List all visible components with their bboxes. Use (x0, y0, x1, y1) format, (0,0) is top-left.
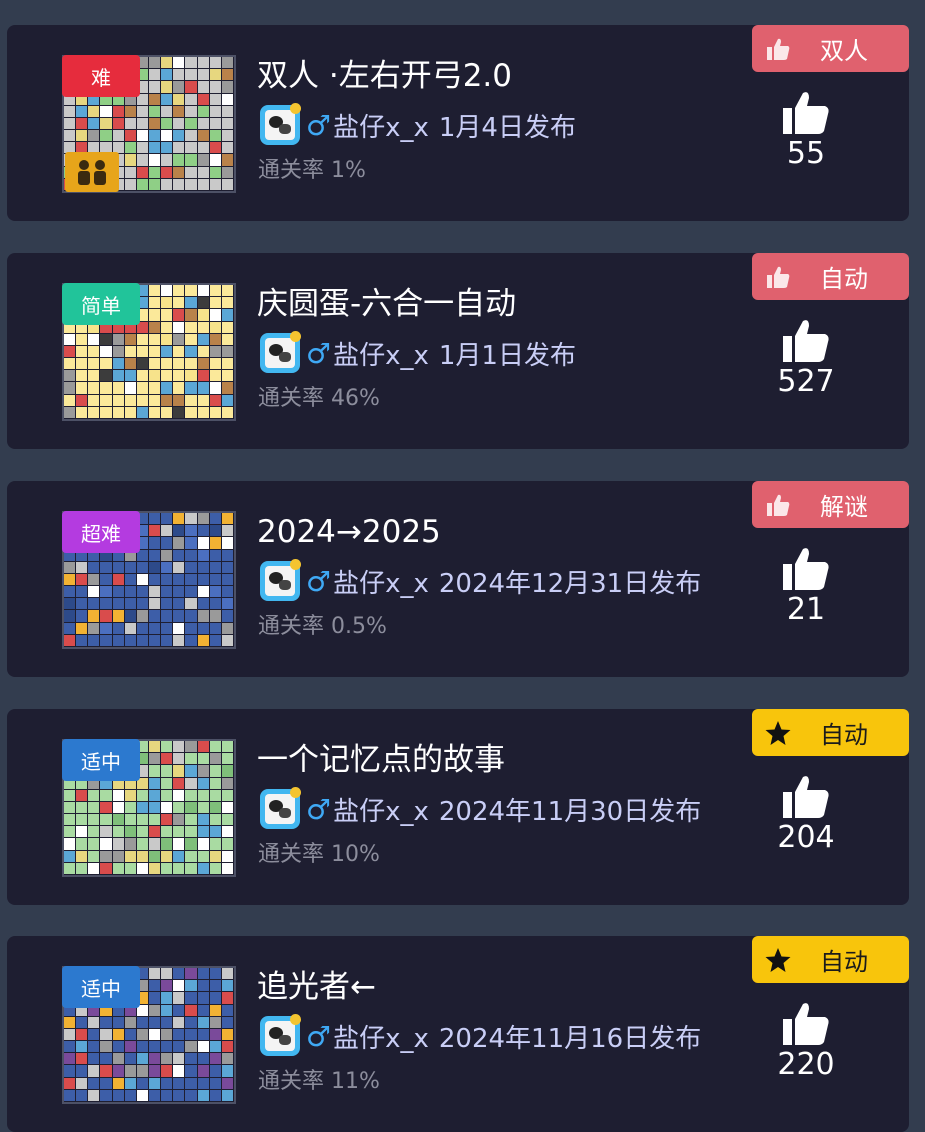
level-card[interactable]: 简单 庆圆蛋-六合一自动 ♂ 盐仔x_x 1月1日发布 通关率 46% 自动 5… (7, 253, 909, 449)
star-icon (765, 720, 791, 745)
like-counter[interactable]: 21 (767, 546, 845, 628)
thumbs-up-icon (783, 776, 829, 818)
like-counter[interactable]: 204 (767, 774, 845, 856)
author-line: ♂ 盐仔x_x 2024年12月31日发布 (260, 559, 701, 603)
like-count: 55 (786, 136, 826, 171)
tag-badge: 自动 (752, 709, 909, 756)
author-name[interactable]: 盐仔x_x (333, 107, 429, 144)
author-line: ♂ 盐仔x_x 2024年11月30日发布 (260, 787, 701, 831)
thumbs-up-icon (767, 266, 790, 288)
level-title: 一个记忆点的故事 (257, 742, 505, 778)
tag-badge: 自动 (752, 936, 909, 983)
level-card[interactable]: 适中 追光者← ♂ 盐仔x_x 2024年11月16日发布 通关率 11% 自动… (7, 936, 909, 1132)
author-avatar[interactable] (260, 787, 301, 829)
tag-label: 自动 (820, 948, 868, 976)
thumbs-up-icon (783, 548, 829, 590)
male-icon: ♂ (306, 1019, 332, 1053)
tag-badge: 自动 (752, 253, 909, 300)
publish-date: 1月4日发布 (438, 112, 576, 143)
male-icon: ♂ (306, 336, 332, 370)
star-icon (765, 947, 791, 972)
tag-badge: 解谜 (752, 481, 909, 528)
publish-date: 1月1日发布 (438, 340, 576, 371)
author-avatar[interactable] (260, 1014, 301, 1056)
level-list: 难 双人 ·左右开弓2.0 ♂ 盐仔x_x 1月4日发布 通关率 1% 双人 5… (0, 0, 925, 1132)
thumbs-up-icon (783, 1003, 829, 1045)
thumbs-up-icon (767, 38, 790, 60)
tag-badge: 双人 (752, 25, 909, 72)
tag-label: 双人 (820, 37, 868, 65)
like-count: 21 (786, 592, 826, 627)
pass-rate: 通关率 10% (258, 842, 380, 867)
author-avatar[interactable] (260, 559, 301, 601)
two-player-icon (65, 152, 119, 192)
pass-rate: 通关率 11% (258, 1069, 380, 1094)
difficulty-badge: 超难 (62, 511, 140, 553)
level-title: 庆圆蛋-六合一自动 (257, 286, 517, 322)
like-count: 220 (777, 1047, 835, 1082)
difficulty-badge: 简单 (62, 283, 140, 325)
author-avatar[interactable] (260, 331, 301, 373)
tag-label: 自动 (820, 721, 868, 749)
author-name[interactable]: 盐仔x_x (333, 791, 429, 828)
level-title: 2024→2025 (257, 514, 441, 550)
male-icon: ♂ (306, 108, 332, 142)
thumbs-up-icon (767, 494, 790, 516)
author-name[interactable]: 盐仔x_x (333, 335, 429, 372)
thumbs-up-icon (783, 320, 829, 362)
like-counter[interactable]: 527 (767, 318, 845, 400)
like-counter[interactable]: 220 (767, 1001, 845, 1083)
level-card[interactable]: 难 双人 ·左右开弓2.0 ♂ 盐仔x_x 1月4日发布 通关率 1% 双人 5… (7, 25, 909, 221)
author-name[interactable]: 盐仔x_x (333, 563, 429, 600)
difficulty-badge: 适中 (62, 966, 140, 1008)
publish-date: 2024年11月30日发布 (438, 796, 702, 827)
thumbs-up-icon (783, 92, 829, 134)
male-icon: ♂ (306, 792, 332, 826)
level-card[interactable]: 超难 2024→2025 ♂ 盐仔x_x 2024年12月31日发布 通关率 0… (7, 481, 909, 677)
pass-rate: 通关率 46% (258, 386, 380, 411)
pass-rate: 通关率 1% (258, 158, 366, 183)
difficulty-badge: 难 (62, 55, 140, 97)
pass-rate: 通关率 0.5% (258, 614, 387, 639)
author-name[interactable]: 盐仔x_x (333, 1018, 429, 1055)
publish-date: 2024年11月16日发布 (438, 1023, 702, 1054)
author-line: ♂ 盐仔x_x 2024年11月16日发布 (260, 1014, 701, 1058)
level-title: 追光者← (257, 969, 376, 1005)
tag-label: 解谜 (820, 493, 868, 521)
difficulty-badge: 适中 (62, 739, 140, 781)
publish-date: 2024年12月31日发布 (438, 568, 702, 599)
level-title: 双人 ·左右开弓2.0 (257, 58, 513, 94)
author-line: ♂ 盐仔x_x 1月4日发布 (260, 103, 576, 147)
male-icon: ♂ (306, 564, 332, 598)
like-count: 527 (777, 364, 835, 399)
author-avatar[interactable] (260, 103, 301, 145)
level-card[interactable]: 适中 一个记忆点的故事 ♂ 盐仔x_x 2024年11月30日发布 通关率 10… (7, 709, 909, 905)
tag-label: 自动 (820, 265, 868, 293)
like-count: 204 (777, 820, 835, 855)
author-line: ♂ 盐仔x_x 1月1日发布 (260, 331, 576, 375)
like-counter[interactable]: 55 (767, 90, 845, 172)
